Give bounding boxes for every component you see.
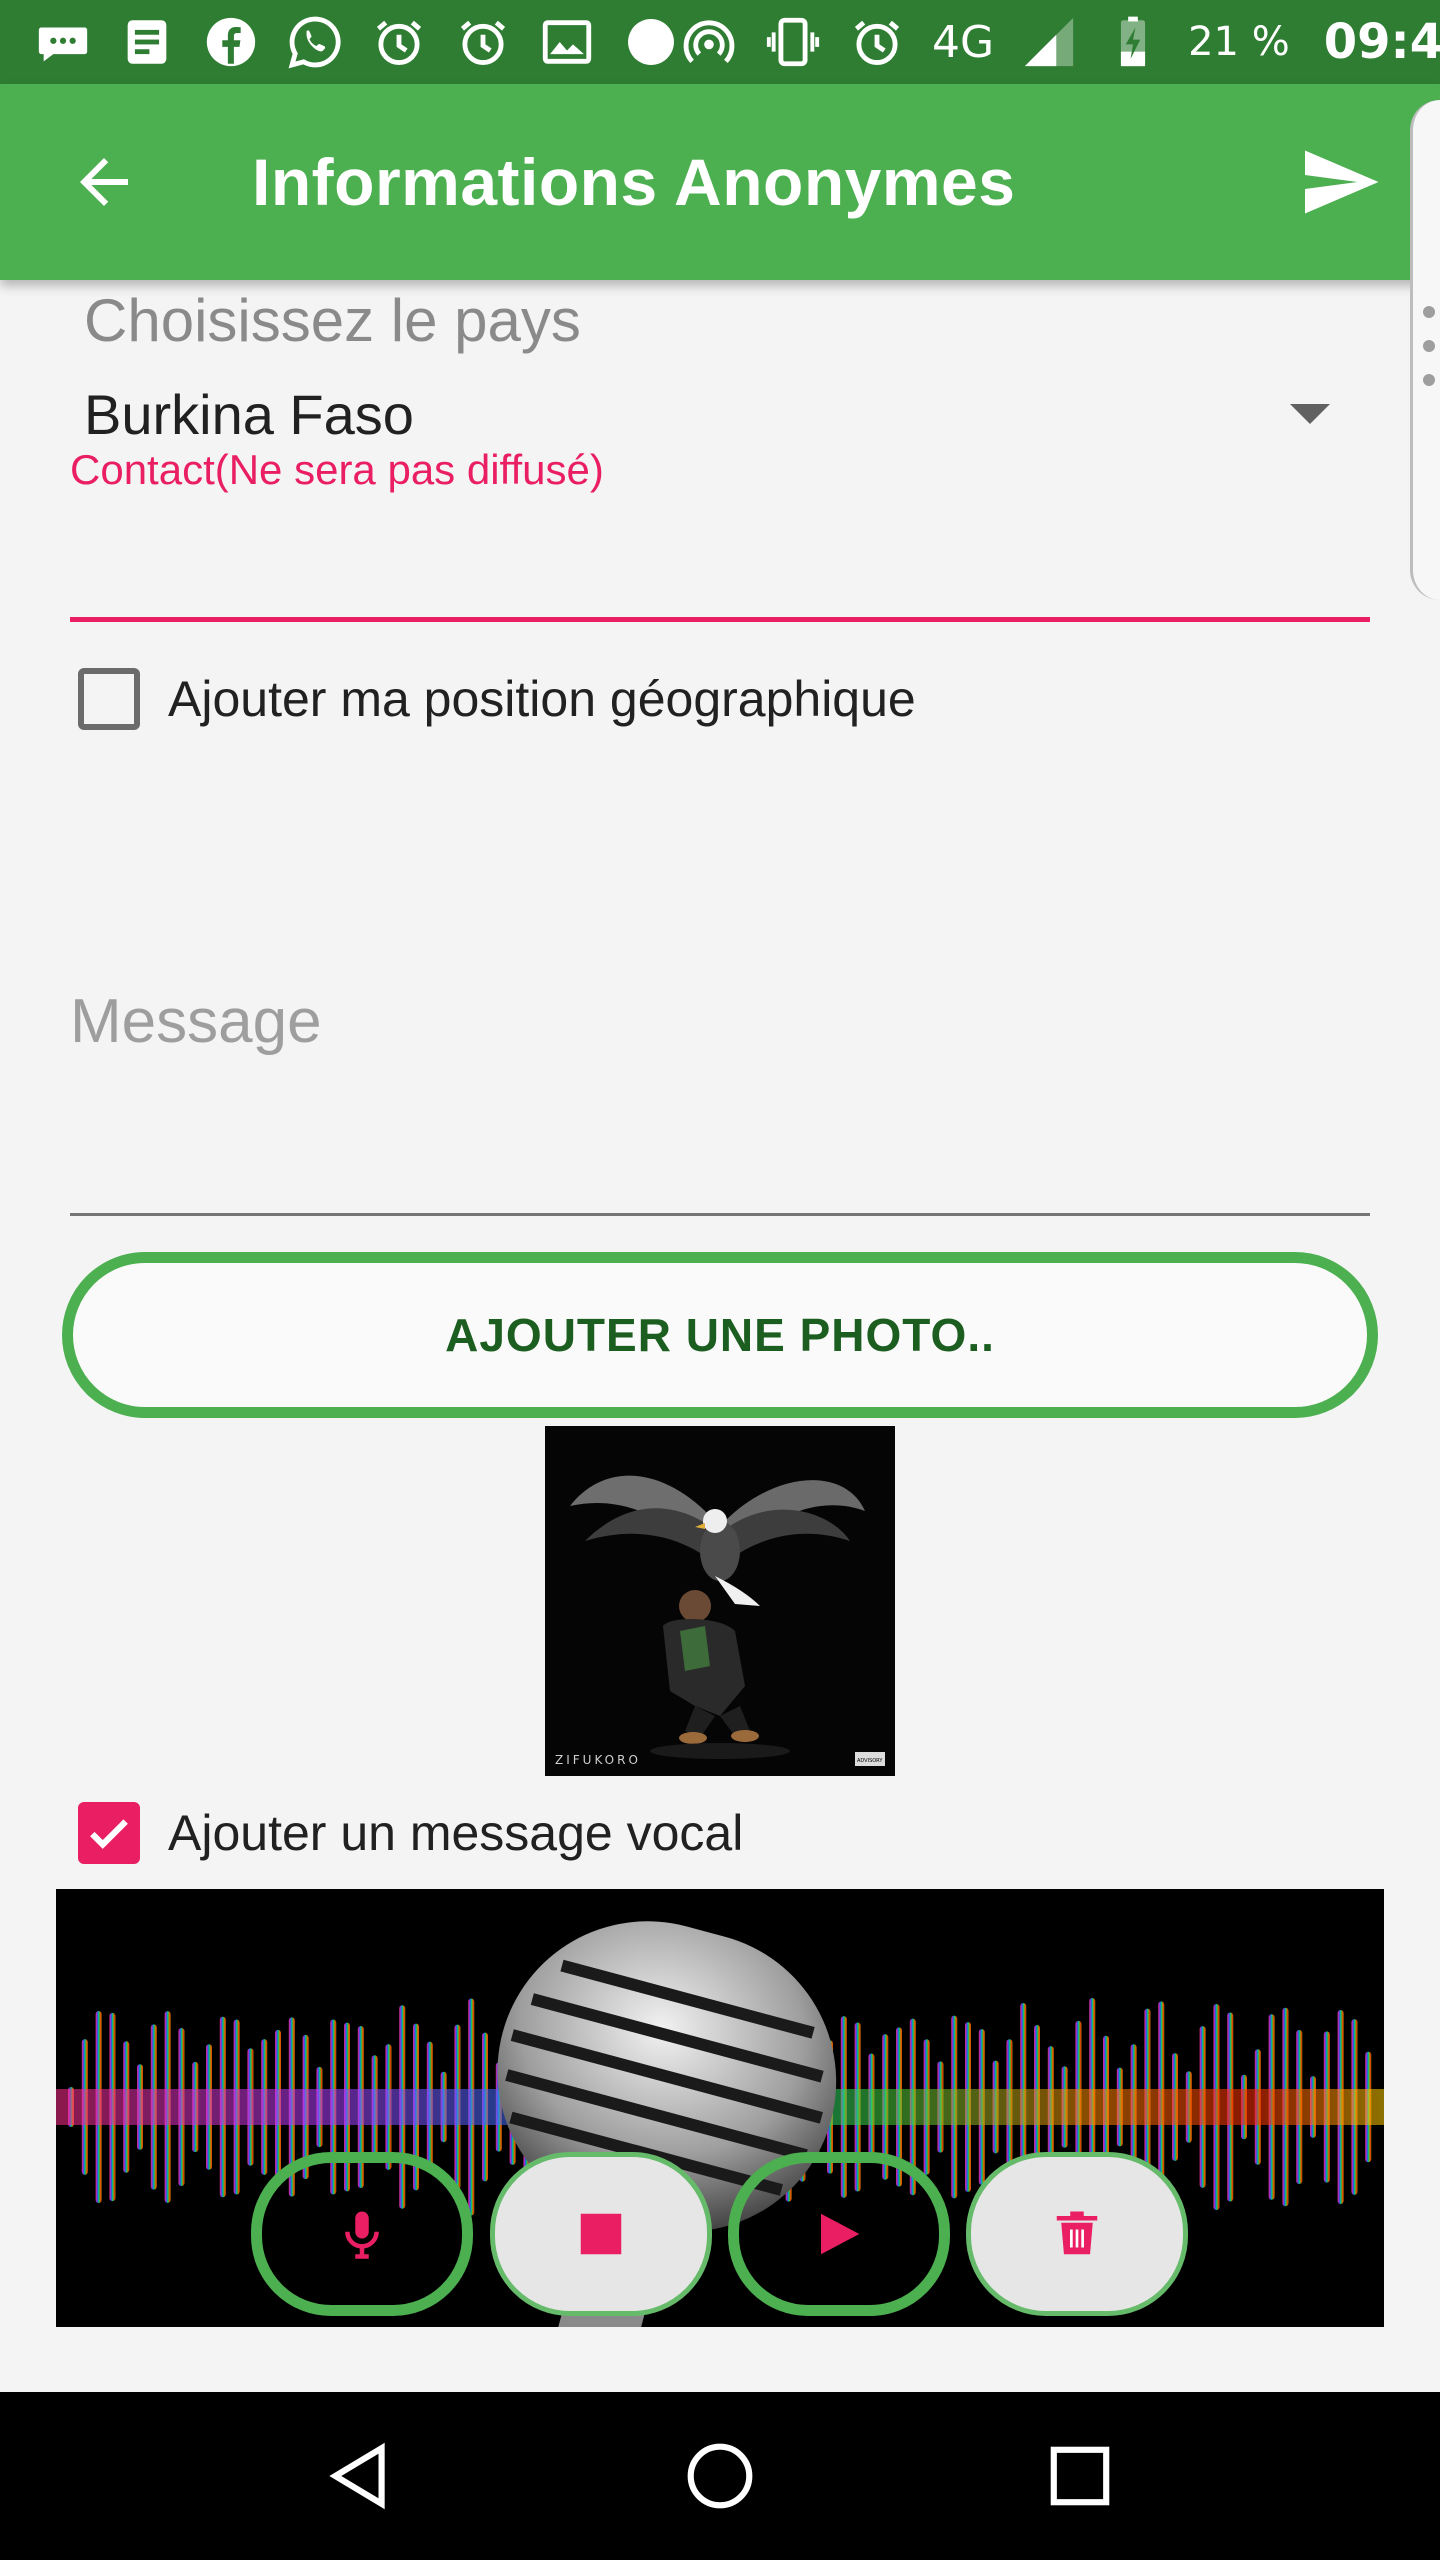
back-button[interactable] (52, 130, 156, 234)
alarm-icon (848, 13, 906, 71)
check-icon (90, 1819, 128, 1849)
message-input[interactable] (70, 960, 1370, 1216)
clock: 09:48 (1323, 14, 1440, 70)
edge-panel-handle[interactable] (1410, 100, 1440, 600)
battery-percent: 21 % (1188, 19, 1290, 65)
page-title: Informations Anonymes (252, 145, 1016, 219)
signal-icon (1020, 13, 1078, 71)
facebook-icon (202, 13, 260, 71)
voice-checkbox[interactable] (78, 1802, 140, 1864)
location-checkbox-label: Ajouter ma position géographique (168, 671, 916, 727)
play-icon (821, 2213, 860, 2255)
battery-charging-icon (1104, 13, 1162, 71)
photo-thumbnail[interactable]: ZIFUKORO ADVISORY (545, 1426, 895, 1776)
record-button[interactable] (251, 2152, 473, 2316)
advisory-sticker: ADVISORY (857, 1758, 883, 1764)
alarm-icon (370, 13, 428, 71)
messaging-icon (34, 13, 92, 71)
status-bar: 4G 21 % 09:48 (0, 0, 1440, 84)
play-button[interactable] (728, 2152, 950, 2316)
trash-icon (1056, 2211, 1098, 2255)
edge-dot (1423, 306, 1435, 318)
edge-dot (1423, 374, 1435, 386)
contact-label: Contact(Ne sera pas diffusé) (70, 446, 604, 493)
nav-back-button[interactable] (305, 2421, 415, 2531)
stop-icon (580, 2213, 622, 2255)
send-button[interactable] (1288, 130, 1392, 234)
delete-recording-button[interactable] (966, 2152, 1188, 2316)
nav-recents-button[interactable] (1025, 2421, 1135, 2531)
app-bar: Informations Anonymes (0, 84, 1440, 280)
contact-input[interactable] (70, 500, 1370, 622)
voice-checkbox-row[interactable]: Ajouter un message vocal (78, 1802, 743, 1864)
status-bar-system: 4G 21 % 09:48 (680, 13, 1440, 71)
home-circle-icon (687, 2443, 753, 2509)
alarm-icon (454, 13, 512, 71)
vibrate-icon (764, 13, 822, 71)
send-icon (1305, 150, 1379, 214)
recents-square-icon (1050, 2446, 1110, 2506)
edge-dot (1423, 340, 1435, 352)
microphone-icon (345, 2211, 379, 2259)
whatsapp-icon (286, 13, 344, 71)
circle-icon (622, 13, 680, 71)
country-value: Burkina Faso (84, 382, 414, 446)
location-checkbox-row[interactable]: Ajouter ma position géographique (78, 668, 916, 730)
album-cover-image: ZIFUKORO ADVISORY (545, 1426, 895, 1776)
country-label: Choisissez le pays (84, 287, 581, 354)
network-type: 4G (932, 16, 995, 68)
location-checkbox[interactable] (78, 668, 140, 730)
stop-button[interactable] (490, 2152, 712, 2316)
nav-home-button[interactable] (665, 2421, 775, 2531)
album-caption: ZIFUKORO (555, 1753, 641, 1767)
notes-icon (118, 13, 176, 71)
arrow-back-icon (80, 158, 128, 206)
add-photo-button[interactable]: AJOUTER UNE PHOTO.. (62, 1252, 1378, 1418)
gallery-icon (538, 13, 596, 71)
dropdown-arrow-icon (1290, 404, 1330, 424)
status-bar-notifications (34, 13, 680, 71)
hotspot-icon (680, 13, 738, 71)
navigation-bar (0, 2392, 1440, 2560)
voice-checkbox-label: Ajouter un message vocal (168, 1805, 744, 1861)
back-triangle-icon (329, 2442, 385, 2510)
